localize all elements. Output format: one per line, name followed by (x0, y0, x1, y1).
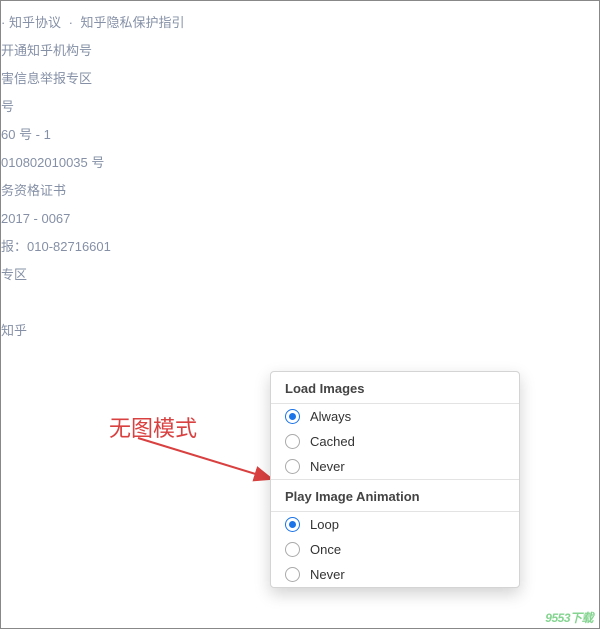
footer-link-cert[interactable]: 务资格证书 (1, 177, 599, 205)
radio-label: Loop (310, 517, 339, 532)
radio-icon (285, 517, 300, 532)
radio-never-anim[interactable]: Never (271, 562, 519, 587)
section-title-play-animation: Play Image Animation (271, 480, 519, 511)
radio-label: Never (310, 567, 345, 582)
radio-label: Always (310, 409, 351, 424)
radio-icon (285, 459, 300, 474)
radio-icon (285, 567, 300, 582)
footer-text: 号 (1, 93, 599, 121)
radio-label: Once (310, 542, 341, 557)
radio-icon (285, 434, 300, 449)
footer-link-privacy[interactable]: 知乎隐私保护指引 (81, 15, 185, 30)
radio-loop[interactable]: Loop (271, 512, 519, 537)
footer-link-agreement[interactable]: · 知乎协议 (1, 15, 61, 30)
radio-icon (285, 542, 300, 557)
settings-popup: Load Images Always Cached Never Play Ima… (270, 371, 520, 588)
radio-cached[interactable]: Cached (271, 429, 519, 454)
radio-label: Never (310, 459, 345, 474)
footer-link-report[interactable]: 害信息举报专区 (1, 65, 599, 93)
section-title-load-images: Load Images (271, 372, 519, 403)
footer-link-org[interactable]: 开通知乎机构号 (1, 37, 599, 65)
radio-never[interactable]: Never (271, 454, 519, 479)
footer-text-phone: 报：010-82716601 (1, 233, 599, 261)
radio-icon (285, 409, 300, 424)
footer-text: 010802010035 号 (1, 149, 599, 177)
footer-links: · 知乎协议 · 知乎隐私保护指引 开通知乎机构号 害信息举报专区 号 60 号… (1, 1, 599, 345)
footer-text: 2017 - 0067 (1, 205, 599, 233)
radio-label: Cached (310, 434, 355, 449)
separator: · (69, 15, 73, 30)
footer-link-zone[interactable]: 专区 (1, 261, 599, 289)
radio-once[interactable]: Once (271, 537, 519, 562)
annotation-label: 无图模式 (109, 411, 197, 443)
radio-always[interactable]: Always (271, 404, 519, 429)
watermark: 9553下载 (545, 609, 593, 626)
footer-text: 60 号 - 1 (1, 121, 599, 149)
footer-link-zhihu[interactable]: 知乎 (1, 317, 599, 345)
